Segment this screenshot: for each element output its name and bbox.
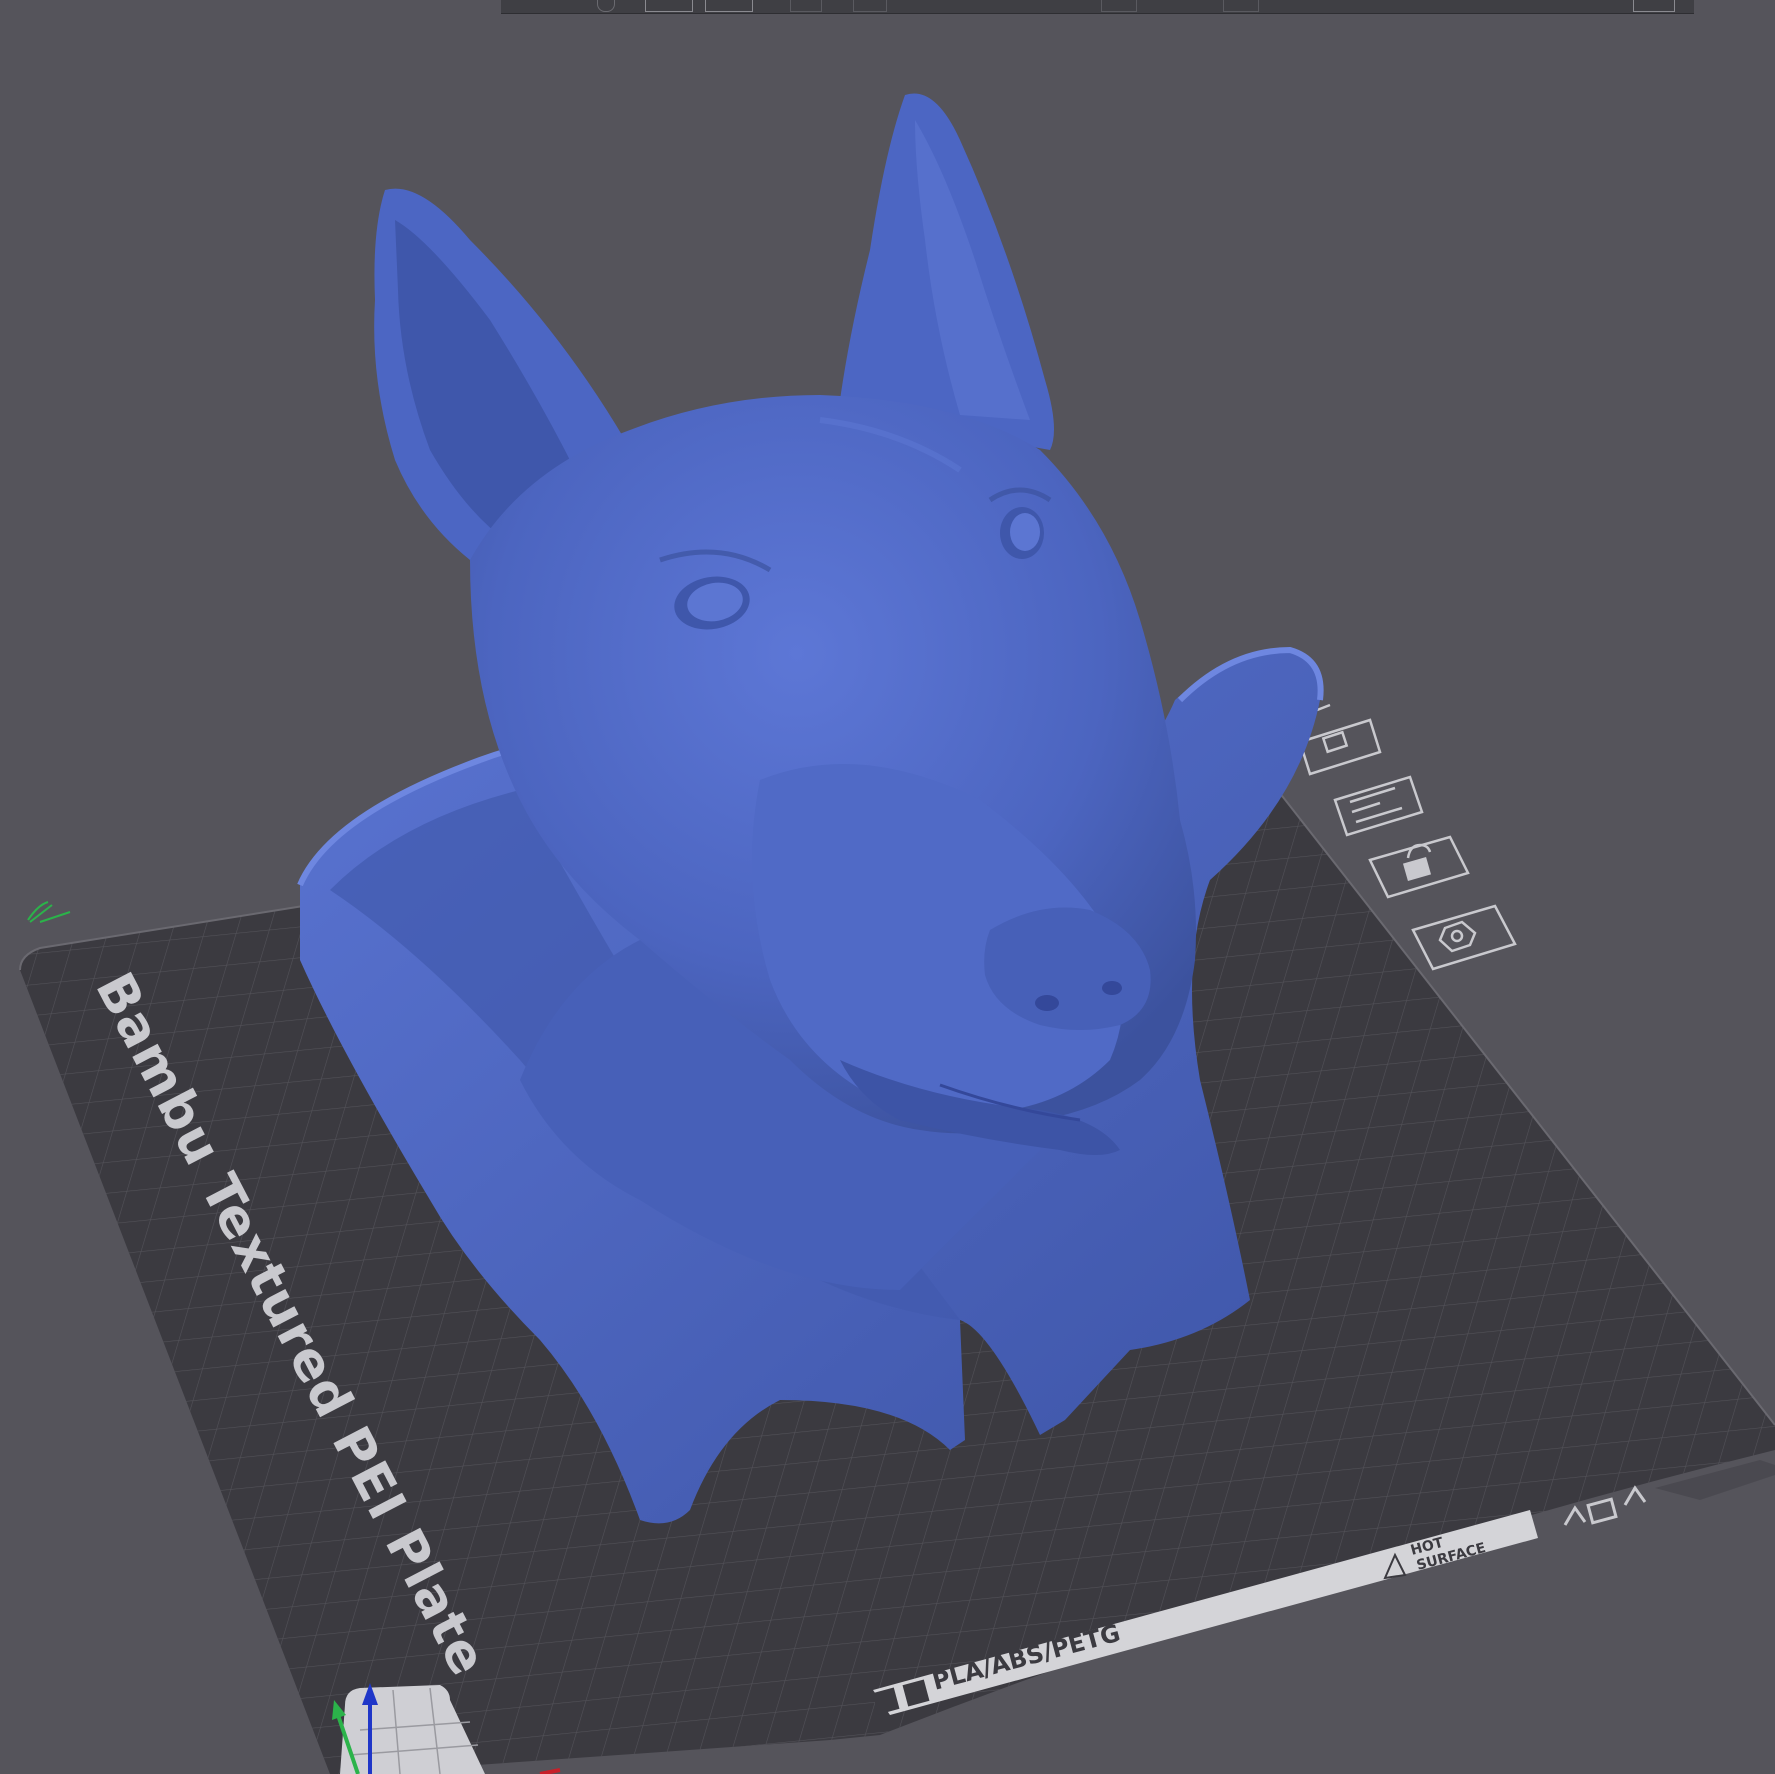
right-eye (1000, 507, 1044, 559)
3d-viewport[interactable]: Bambu Textured PEI Plate PLA/ABS/PETG HO… (0, 0, 1775, 1774)
plate-settings-icon[interactable] (1333, 775, 1424, 837)
lock-icon[interactable] (1368, 835, 1470, 899)
plate-origin-marker (27, 901, 71, 923)
slice-plate-icon[interactable] (1411, 904, 1517, 971)
